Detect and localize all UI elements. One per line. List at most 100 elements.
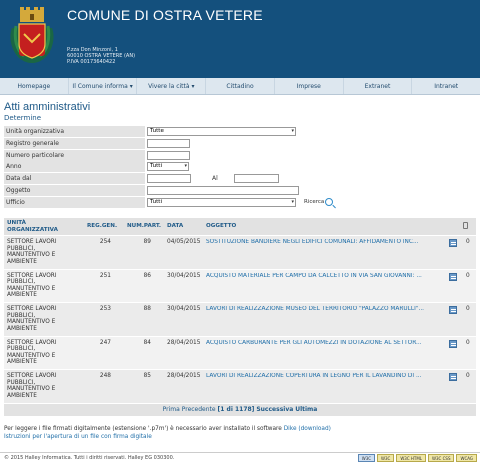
- instructions-link[interactable]: Istruzioni per l'apertura di un file con…: [4, 434, 152, 440]
- unita-select-value: Tutte: [150, 128, 164, 134]
- nav-comune-informa[interactable]: Il Comune informa ▾: [69, 78, 138, 94]
- data-dal-label: Data dal: [4, 173, 145, 185]
- table-row[interactable]: SETTORE LAVORI PUBBLICI, MANUTENTIVO E A…: [4, 302, 476, 336]
- registro-input[interactable]: [147, 138, 190, 148]
- oggetto-input[interactable]: [147, 185, 299, 195]
- oggetto-label: Oggetto: [4, 184, 145, 196]
- header-data[interactable]: DATA: [167, 223, 183, 230]
- row-oggetto-link[interactable]: ACQUISTO CARBURANTE PER GLI AUTOMEZZI IN…: [206, 340, 438, 347]
- header-unita[interactable]: UNITÀ ORGANIZZATIVA: [7, 220, 77, 233]
- form-row-anno: Anno Tutti ▾: [4, 161, 476, 174]
- form-row-data: Data dal Al: [4, 173, 476, 185]
- pager-prev[interactable]: Precedente: [182, 406, 216, 413]
- main-nav: Homepage Il Comune informa ▾ Vivere la c…: [0, 78, 480, 95]
- w3c-badge[interactable]: W3C: [357, 454, 376, 462]
- footer: © 2015 Halley Informatica. Tutti i dirit…: [0, 452, 480, 465]
- digital-signature-note: Per leggere i file firmati digitalmente …: [4, 426, 331, 441]
- header-oggetto[interactable]: OGGETTO: [206, 223, 236, 230]
- row-oggetto-link[interactable]: SOSTITUZIONE BANDIERE NEGLI EDIFICI COMU…: [206, 239, 438, 246]
- row-attachment-count: 0: [466, 373, 470, 380]
- ufficio-select-value: Tutti: [150, 198, 163, 205]
- row-date: 04/05/2015: [167, 239, 201, 245]
- copyright-text: © 2015 Halley Informatica. Tutti i dirit…: [4, 455, 175, 461]
- row-oggetto-link[interactable]: LAVORI DI REALIZZAZIONE COPERTURA IN LEG…: [206, 373, 438, 380]
- row-attachment-count: 0: [466, 306, 470, 313]
- data-al-input[interactable]: [234, 174, 279, 184]
- nav-homepage[interactable]: Homepage: [0, 78, 69, 94]
- anno-select[interactable]: Tutti ▾: [147, 162, 189, 172]
- search-button[interactable]: Ricerca: [304, 197, 334, 208]
- form-row-numero: Numero particolare: [4, 149, 476, 162]
- table-row[interactable]: SETTORE LAVORI PUBBLICI, MANUTENTIVO E A…: [4, 268, 476, 303]
- document-icon[interactable]: [449, 239, 457, 247]
- nav-extranet[interactable]: Extranet: [344, 78, 413, 94]
- w3c-css-badge[interactable]: W3C CSS: [428, 454, 455, 462]
- row-attachment-count: 0: [466, 272, 470, 279]
- nav-imprese[interactable]: Imprese: [275, 78, 344, 94]
- row-reg-gen: 253: [99, 306, 111, 313]
- row-reg-gen: 248: [99, 373, 111, 380]
- row-reg-gen: 251: [99, 272, 111, 279]
- data-dal-input[interactable]: [147, 174, 191, 184]
- address-vat: P.IVA 00173640422: [67, 59, 116, 66]
- pagination: Prima Precedente [1 di 1178] Successiva …: [4, 404, 476, 416]
- search-form: Unità organizzativa Tutte ▾ Registro gen…: [4, 126, 476, 209]
- row-attachment-count: 0: [466, 239, 470, 245]
- row-num-part: 88: [143, 306, 151, 313]
- dike-download-link[interactable]: Dike (download): [284, 426, 331, 432]
- anno-select-value: Tutti: [150, 163, 163, 170]
- form-row-oggetto: Oggetto: [4, 184, 476, 197]
- row-num-part: 84: [143, 339, 151, 346]
- table-header: UNITÀ ORGANIZZATIVA REG.GEN. NUM.PART. D…: [4, 218, 476, 235]
- form-row-unita: Unità organizzativa Tutte ▾: [4, 126, 476, 138]
- anno-label: Anno: [4, 161, 145, 173]
- chevron-down-icon: ▾: [291, 128, 294, 134]
- ufficio-select[interactable]: Tutti ▾: [147, 197, 296, 207]
- address-block: P.zza Don Minzoni, 1 60010 OSTRA VETERE …: [67, 47, 135, 66]
- row-date: 28/04/2015: [167, 339, 201, 346]
- row-unita: SETTORE LAVORI PUBBLICI, MANUTENTIVO E A…: [7, 306, 57, 332]
- nav-cittadino[interactable]: Cittadino: [206, 78, 275, 94]
- document-icon[interactable]: [449, 339, 457, 348]
- header-num-part[interactable]: NUM.PART.: [127, 223, 161, 230]
- row-date: 30/04/2015: [167, 272, 201, 279]
- attachment-header-icon: [463, 222, 468, 229]
- document-icon[interactable]: [449, 373, 457, 382]
- ufficio-label: Ufficio: [4, 196, 145, 208]
- row-oggetto-link[interactable]: ACQUISTO MATERIALE PER CAMPO DA CALCETTO…: [206, 273, 438, 280]
- w3c-html-badge[interactable]: W3C HTML: [396, 454, 427, 462]
- page-subtitle: Determine: [4, 114, 42, 122]
- validation-badges: W3C W3C W3C HTML W3C CSS WCAG: [357, 454, 477, 462]
- document-icon[interactable]: [449, 272, 457, 281]
- document-icon[interactable]: [449, 306, 457, 315]
- nav-intranet[interactable]: Intranet: [412, 78, 480, 94]
- unita-select[interactable]: Tutte ▾: [147, 127, 296, 136]
- numero-input[interactable]: [147, 150, 190, 160]
- municipal-crest-icon[interactable]: [6, 4, 58, 68]
- wcag-badge[interactable]: WCAG: [456, 454, 477, 462]
- nav-vivere-citta[interactable]: Vivere la città ▾: [137, 78, 207, 94]
- row-reg-gen: 247: [99, 339, 111, 346]
- al-label: Al: [212, 175, 218, 183]
- table-row[interactable]: SETTORE LAVORI PUBBLICI, MANUTENTIVO E A…: [4, 235, 476, 269]
- row-unita: SETTORE LAVORI PUBBLICI, MANUTENTIVO E A…: [7, 339, 57, 366]
- pager-first[interactable]: Prima: [163, 406, 180, 413]
- row-num-part: 89: [143, 239, 151, 245]
- chevron-down-icon: ▾: [184, 163, 187, 170]
- row-unita: SETTORE LAVORI PUBBLICI, MANUTENTIVO E A…: [7, 272, 57, 299]
- w3c-badge[interactable]: W3C: [377, 454, 395, 462]
- row-date: 28/04/2015: [167, 373, 201, 380]
- search-icon: [325, 198, 334, 207]
- row-unita: SETTORE LAVORI PUBBLICI, MANUTENTIVO E A…: [7, 239, 57, 265]
- row-oggetto-link[interactable]: LAVORI DI REALIZZAZIONE MUSEO DEL TERRIT…: [206, 306, 438, 313]
- form-row-ufficio: Ufficio Tutti ▾ Ricerca: [4, 196, 476, 209]
- pager-next[interactable]: Successiva: [256, 406, 293, 413]
- row-date: 30/04/2015: [167, 306, 201, 313]
- search-button-label: Ricerca: [304, 198, 325, 205]
- site-title: COMUNE DI OSTRA VETERE: [67, 7, 263, 23]
- table-row[interactable]: SETTORE LAVORI PUBBLICI, MANUTENTIVO E A…: [4, 335, 476, 370]
- header-reg-gen[interactable]: REG.GEN.: [87, 223, 117, 230]
- table-row[interactable]: SETTORE LAVORI PUBBLICI, MANUTENTIVO E A…: [4, 369, 476, 403]
- pager-last[interactable]: Ultima: [295, 406, 317, 413]
- page-title: Atti amministrativi: [4, 101, 91, 113]
